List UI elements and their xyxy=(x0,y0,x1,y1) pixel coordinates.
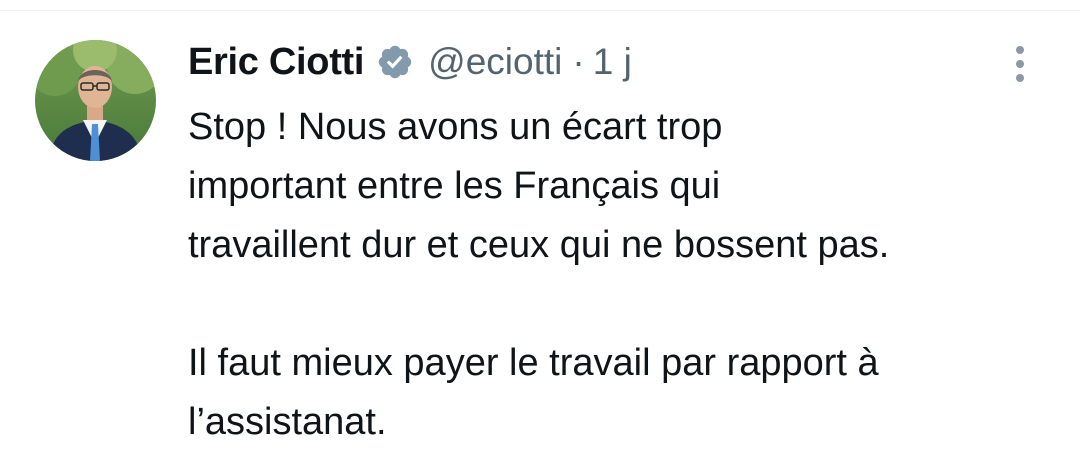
avatar-photo xyxy=(35,40,156,161)
tweet-text: Stop ! Nous avons un écart trop importan… xyxy=(188,98,1068,452)
tweet-line: important entre les Français qui xyxy=(188,165,721,207)
verified-badge-icon xyxy=(376,43,414,81)
separator-dot: · xyxy=(572,41,585,82)
user-handle[interactable]: @eciotti xyxy=(428,41,562,83)
tweet-line: l’assistanat. xyxy=(188,401,387,443)
tweet-line: Il faut mieux payer le travail par rappo… xyxy=(188,342,879,384)
tweet-line: Stop ! Nous avons un écart trop xyxy=(188,106,723,148)
tweet-line: travaillent dur et ceux qui ne bossent p… xyxy=(188,224,890,266)
timestamp[interactable]: 1 j xyxy=(593,41,632,83)
more-dot xyxy=(1016,60,1024,68)
tweet-header: Eric Ciotti @eciotti · 1 j xyxy=(188,38,632,86)
avatar[interactable] xyxy=(35,40,156,161)
tweet[interactable]: Eric Ciotti @eciotti · 1 j Stop ! Nous a… xyxy=(0,0,1080,457)
more-options-icon[interactable] xyxy=(1004,42,1036,86)
display-name[interactable]: Eric Ciotti xyxy=(188,41,364,84)
more-dot xyxy=(1016,46,1024,54)
more-dot xyxy=(1016,74,1024,82)
